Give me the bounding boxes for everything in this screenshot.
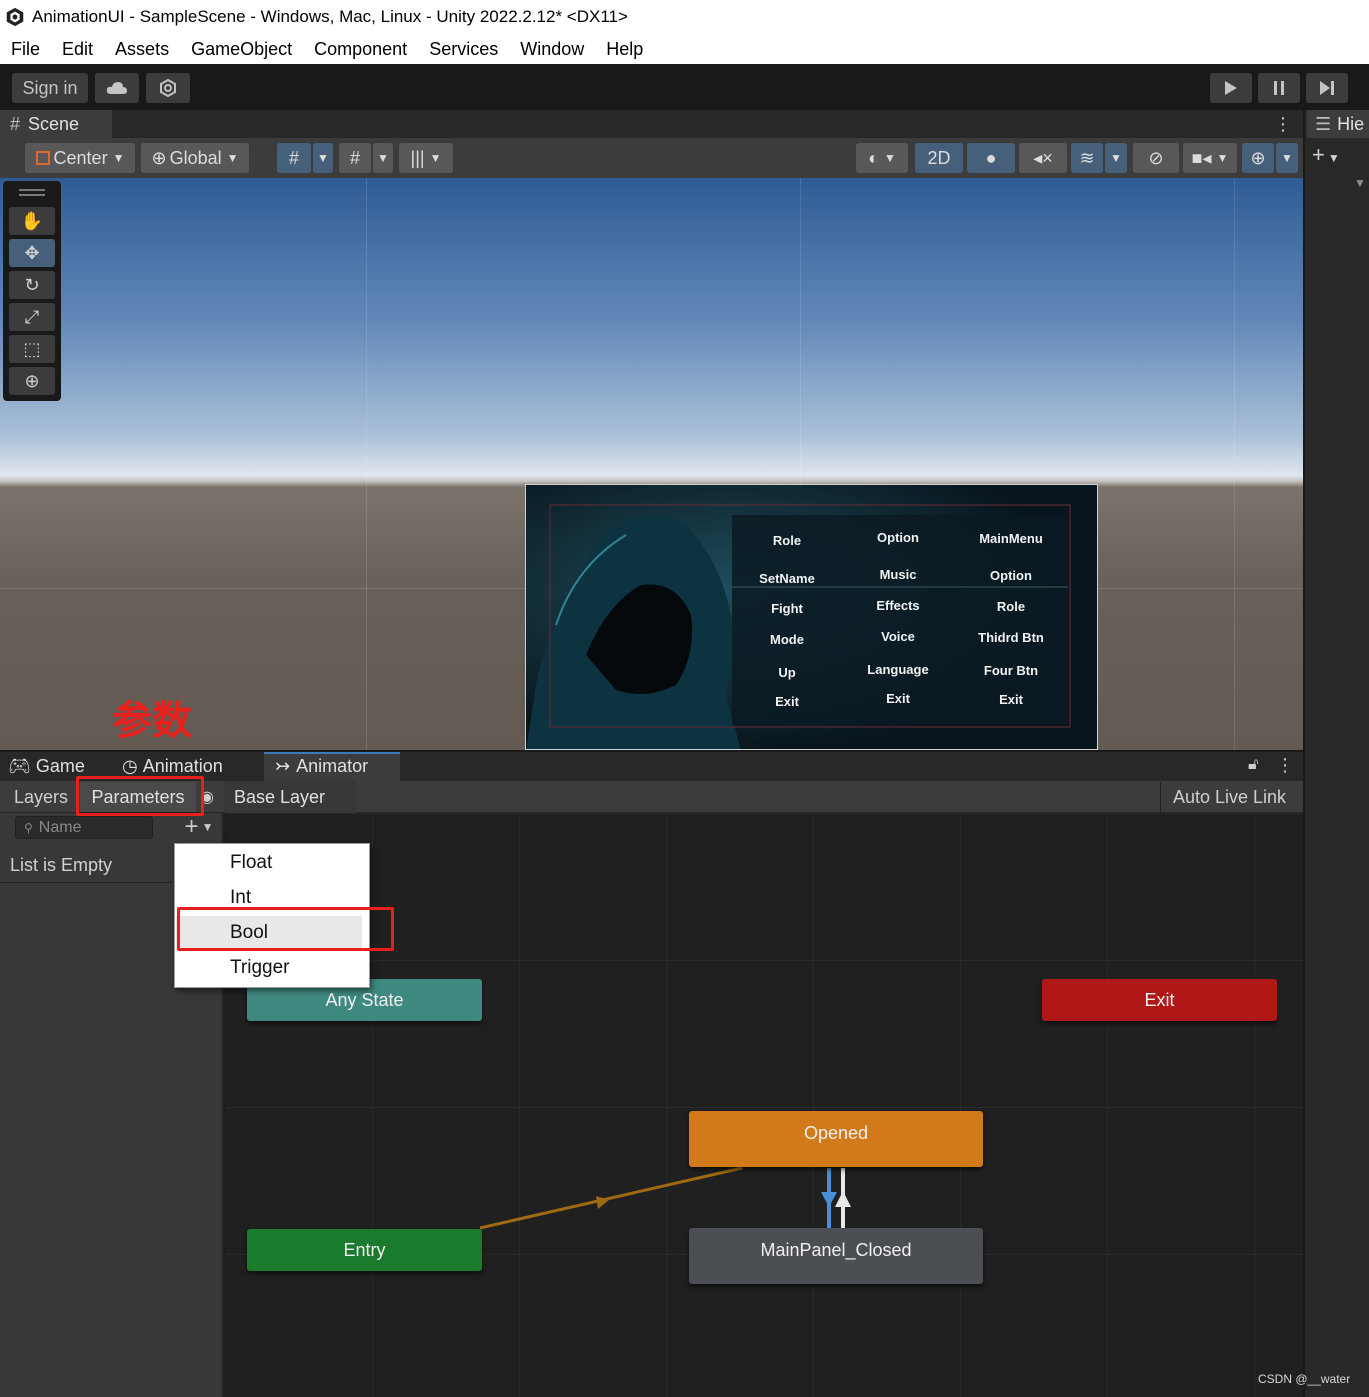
state-label: Exit [1144, 989, 1175, 1010]
state-label: Any State [325, 989, 404, 1010]
bool-highlight-box [177, 907, 394, 951]
menu-item-label: Float [230, 852, 273, 873]
transition-lines [479, 1166, 851, 1230]
watermark: CSDN @__water [1258, 1372, 1351, 1386]
state-opened[interactable]: Opened [689, 1111, 983, 1167]
state-label: MainPanel_Closed [760, 1240, 912, 1260]
transition-arrow-icon [821, 1192, 837, 1207]
parameters-highlight-box [76, 776, 204, 816]
menu-item-float[interactable]: Float [176, 846, 362, 880]
menu-item-label: Trigger [230, 957, 290, 978]
unity-editor-window: AnimationUI - SampleScene - Windows, Mac… [0, 0, 1369, 1397]
menu-item-trigger[interactable]: Trigger [176, 951, 362, 985]
state-entry[interactable]: Entry [247, 1229, 482, 1271]
transition-arrow-icon [835, 1191, 851, 1207]
state-label: Opened [803, 1123, 869, 1143]
state-exit[interactable]: Exit [1042, 979, 1277, 1021]
state-label: Entry [343, 1239, 386, 1260]
entry-to-opened-transition[interactable] [479, 1166, 743, 1230]
menu-item-label: Int [230, 887, 252, 908]
state-mainpanel-closed[interactable]: MainPanel_Closed [689, 1228, 983, 1284]
